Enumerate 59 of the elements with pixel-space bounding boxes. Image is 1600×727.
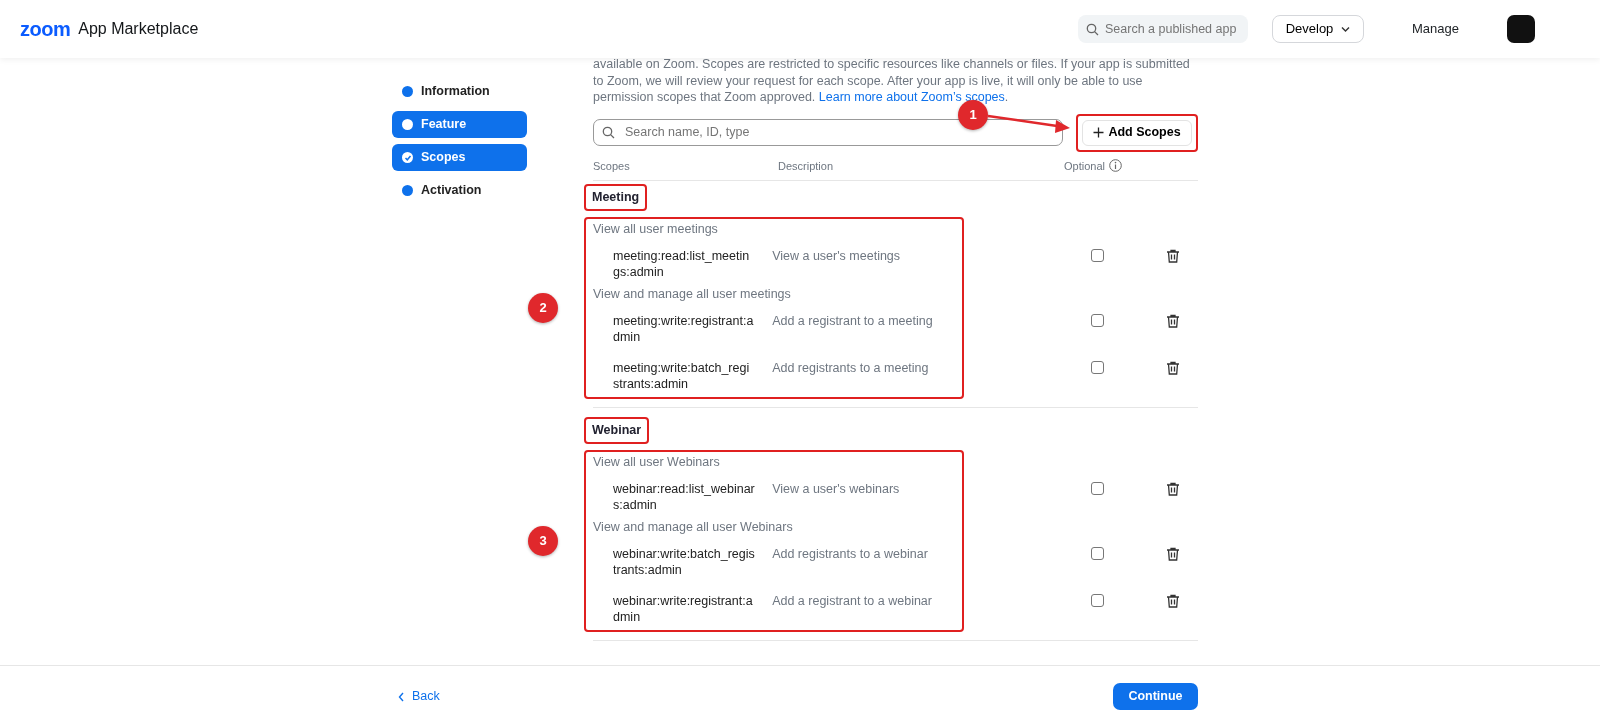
avatar[interactable] bbox=[1507, 15, 1535, 43]
scope-search-field[interactable]: Search name, ID, type bbox=[593, 119, 1063, 146]
search-field[interactable]: Search a published app bbox=[1078, 15, 1248, 43]
scope-description: Add a registrant to a webinar bbox=[771, 592, 933, 609]
optional-checkbox[interactable] bbox=[1091, 361, 1104, 375]
scope-description: View a user's webinars bbox=[771, 480, 901, 497]
chevron-left-icon bbox=[398, 691, 404, 702]
search-input[interactable]: Search a published app bbox=[1103, 18, 1240, 40]
sidebar-item[interactable]: Activation bbox=[392, 177, 527, 204]
optional-checkbox[interactable] bbox=[1091, 594, 1104, 607]
trash-icon[interactable] bbox=[1166, 593, 1180, 608]
sidebar-item[interactable]: Feature bbox=[392, 111, 527, 138]
continue-button[interactable]: Continue bbox=[1113, 683, 1198, 710]
scope-name: webinar:write:registrant:admin bbox=[613, 592, 754, 626]
check-icon bbox=[403, 153, 412, 162]
trash-icon[interactable] bbox=[1166, 313, 1180, 328]
sidebar-item[interactable]: Scopes bbox=[392, 144, 527, 171]
column-header: Description bbox=[778, 159, 834, 172]
scope-description: View a user's meetings bbox=[771, 247, 902, 265]
scope-name: webinar:write:batch_registrants:admin bbox=[613, 545, 756, 579]
scope-description: Add registrants to a webinar bbox=[771, 545, 929, 562]
trash-icon[interactable] bbox=[1166, 360, 1180, 375]
optional-checkbox[interactable] bbox=[1091, 482, 1104, 495]
caret-icon bbox=[1341, 25, 1351, 33]
optional-checkbox[interactable] bbox=[1091, 249, 1104, 263]
add-scopes-button[interactable]: Add Scopes bbox=[1082, 119, 1192, 146]
column-header: Scopes bbox=[593, 159, 630, 172]
optional-checkbox[interactable] bbox=[1091, 547, 1104, 560]
trash-icon[interactable] bbox=[1166, 248, 1180, 263]
sidebar-item[interactable]: Information bbox=[392, 78, 527, 105]
back-button[interactable]: Back bbox=[392, 686, 446, 707]
annotation-number: 3 bbox=[528, 525, 558, 556]
group-title: Meeting bbox=[584, 184, 648, 211]
group-title: Webinar bbox=[584, 416, 650, 444]
trash-icon[interactable] bbox=[1166, 546, 1180, 561]
section-title: View all user meetings bbox=[593, 220, 719, 237]
column-header: Optional bbox=[1064, 158, 1105, 174]
info-icon bbox=[1109, 159, 1122, 173]
develop-dropdown[interactable]: Develop bbox=[1272, 15, 1364, 43]
search-icon bbox=[602, 126, 615, 139]
section-title: View and manage all user Webinars bbox=[593, 518, 794, 535]
section-title: View all user Webinars bbox=[593, 453, 721, 470]
scope-name: webinar:read:list_webinars:admin bbox=[613, 480, 756, 514]
annotation-number: 2 bbox=[528, 292, 558, 323]
logo[interactable]: zoom bbox=[20, 14, 71, 44]
learn-more-link[interactable]: Learn more about Zoom’s scopes bbox=[818, 90, 1005, 104]
search-icon bbox=[1086, 22, 1099, 36]
intro-text: available on Zoom. Scopes are restricted to specific resources like channels or files. If your app is submitted to Zoom, we will review your request for each scope. After your app is live, it will only be able to use permission scopes that Zoom approved. Learn more about Zoom’s scopes. bbox=[593, 56, 1191, 106]
scope-description: Add registrants to a meeting bbox=[771, 359, 930, 377]
scope-name: meeting:write:batch_registrants:admin bbox=[613, 359, 751, 393]
scope-name: meeting:read:list_meetings:admin bbox=[613, 247, 751, 281]
manage-link[interactable]: Manage bbox=[1412, 19, 1459, 39]
trash-icon[interactable] bbox=[1166, 481, 1180, 496]
scope-description: Add a registrant to a meeting bbox=[771, 312, 934, 330]
section-title: View and manage all user meetings bbox=[593, 285, 792, 302]
plus-icon bbox=[1093, 127, 1105, 138]
scope-name: meeting:write:registrant:admin bbox=[613, 312, 755, 346]
optional-checkbox[interactable] bbox=[1091, 314, 1104, 328]
app-title: App Marketplace bbox=[78, 19, 199, 39]
